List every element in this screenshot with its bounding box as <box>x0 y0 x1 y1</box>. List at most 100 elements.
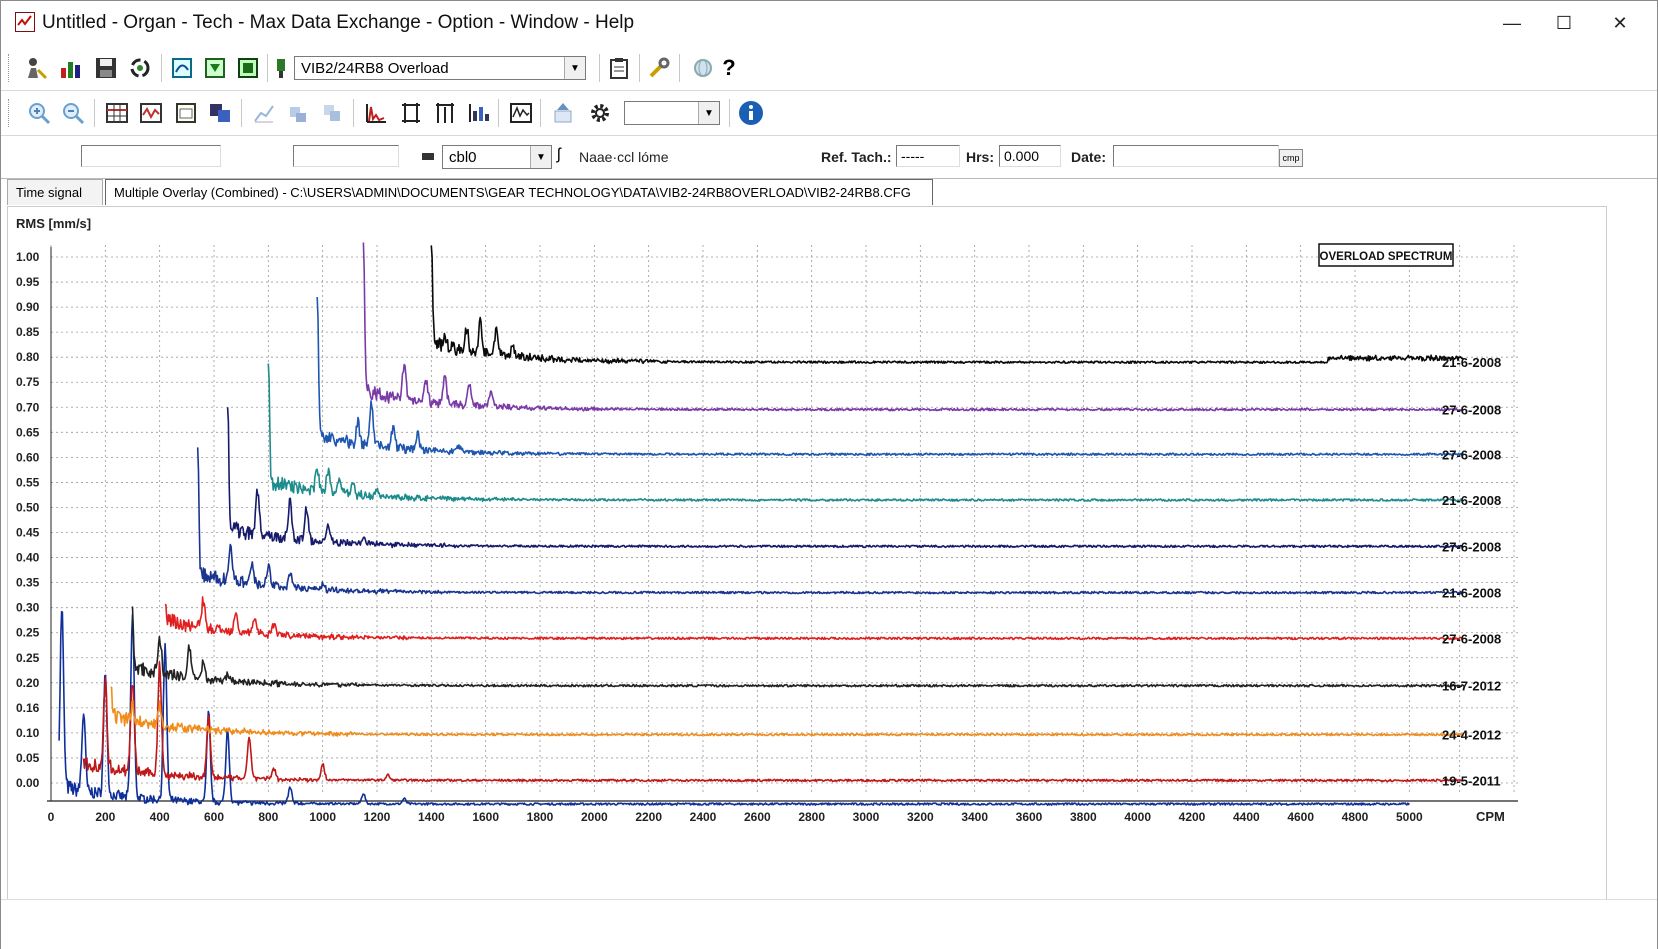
x-tick-label: 0 <box>48 810 55 824</box>
bar-chart-button[interactable] <box>56 53 86 83</box>
x-tick-label: 2800 <box>798 810 825 824</box>
y-tick-label: 0.10 <box>16 726 40 740</box>
grid-table-button[interactable] <box>102 98 132 128</box>
export-icon <box>554 103 572 123</box>
chevron-down-icon[interactable]: ▼ <box>530 146 551 168</box>
report-button[interactable] <box>171 98 201 128</box>
report-icon <box>176 103 196 123</box>
sensor-button[interactable] <box>271 53 291 83</box>
upload-button[interactable] <box>233 53 263 83</box>
y-axis-label: RMS [mm/s] <box>16 216 91 231</box>
unit-select[interactable]: cbl0 ▼ <box>442 145 552 169</box>
series-line <box>362 242 1465 412</box>
x-tick-label: 800 <box>258 810 278 824</box>
maximize-button[interactable]: ☐ <box>1541 7 1587 39</box>
point-field[interactable] <box>293 145 399 167</box>
toolbar-separator <box>729 99 731 127</box>
settings-gear-icon <box>591 104 609 122</box>
series-date-label: 27-6-2008 <box>1442 447 1501 462</box>
multi-window-button[interactable] <box>205 98 235 128</box>
toolbar-separator <box>679 54 681 82</box>
toolbar-separator <box>94 99 96 127</box>
info-button[interactable] <box>736 98 766 128</box>
help-button[interactable]: ? <box>714 53 744 83</box>
save-button[interactable] <box>91 53 121 83</box>
route-button[interactable] <box>167 53 197 83</box>
x-tick-label: 2400 <box>690 810 717 824</box>
grid-table-icon <box>106 103 128 123</box>
harmonic-cursor-icon <box>436 103 454 123</box>
y-tick-label: 0.16 <box>16 701 40 715</box>
toolbar-separator <box>241 99 243 127</box>
series-date-label: 19-5-2011 <box>1442 773 1501 788</box>
toolbar-separator <box>353 99 355 127</box>
export-button[interactable] <box>548 98 578 128</box>
tab-time-signal[interactable]: Time signal <box>7 179 103 205</box>
sensor-select[interactable]: VIB2/24RB8 Overload ▼ <box>294 56 586 80</box>
series-line <box>58 610 1410 806</box>
y-tick-label: 0.65 <box>16 425 40 439</box>
close-button[interactable]: ✕ <box>1597 7 1643 39</box>
trend-button[interactable] <box>249 98 279 128</box>
x-tick-label: 4800 <box>1342 810 1369 824</box>
cursor-icon <box>402 103 420 123</box>
settings-button[interactable] <box>585 98 615 128</box>
y-tick-label: 0.50 <box>16 500 40 514</box>
chevron-down-icon[interactable]: ▼ <box>698 102 719 124</box>
date-label: Date: <box>1071 149 1107 165</box>
y-tick-label: 0.95 <box>16 275 40 289</box>
harmonic-cursor-button[interactable] <box>430 98 460 128</box>
sync-button[interactable] <box>125 53 155 83</box>
download-button[interactable] <box>200 53 230 83</box>
user-probe-icon <box>28 58 48 80</box>
overlay-icon <box>510 103 532 123</box>
measurement-info-bar: cbl0 ▼ ʃ Naae·ccl lóme Ref. Tach.: -----… <box>1 136 1657 179</box>
display-mode-select[interactable]: ▼ <box>624 101 720 125</box>
x-tick-label: 4400 <box>1233 810 1260 824</box>
y-tick-label: 0.90 <box>16 300 40 314</box>
x-tick-label: 5000 <box>1396 810 1423 824</box>
title-bar[interactable]: Untitled - Organ - Tech - Max Data Excha… <box>1 1 1657 45</box>
date-picker-button[interactable]: cmp <box>1279 149 1303 167</box>
machine-field[interactable] <box>81 145 221 167</box>
x-tick-label: 1200 <box>364 810 391 824</box>
minimize-button[interactable]: — <box>1489 7 1535 39</box>
user-probe-button[interactable] <box>21 53 51 83</box>
toolbar-grip[interactable] <box>8 54 12 82</box>
spectrum-plot-area[interactable]: 1.00 0.95 0.90 0.85 0.80 0.75 0.70 0.65 0.60 0.55… <box>7 206 1607 900</box>
clipboard-button[interactable] <box>604 53 634 83</box>
date-field[interactable] <box>1113 145 1279 167</box>
ref-tach-field[interactable]: ----- <box>896 145 960 167</box>
series-line <box>226 407 1465 549</box>
overlay-spectrum-chart[interactable]: 1.00 0.95 0.90 0.85 0.80 0.75 0.70 0.65 0.60 0.55… <box>8 207 1606 899</box>
chevron-down-icon[interactable]: ▼ <box>564 57 585 79</box>
tab-multiple-overlay[interactable]: Multiple Overlay (Combined) - C:\USERS\A… <box>105 179 933 205</box>
window-title: Untitled - Organ - Tech - Max Data Excha… <box>42 12 635 33</box>
zoom-out-button[interactable] <box>58 98 88 128</box>
clipboard-icon <box>610 58 628 79</box>
zoom-in-button[interactable] <box>24 98 54 128</box>
chart-toolbar: ▼ <box>1 91 1657 136</box>
series-date-label: 21-6-2008 <box>1442 355 1501 370</box>
toolbar-grip[interactable] <box>8 99 12 127</box>
overlay-spectrum-label: OVERLOAD SPECTRUM <box>1320 251 1453 263</box>
series-date-label: 21-6-2008 <box>1442 586 1501 601</box>
y-tick-label: 0.35 <box>16 576 40 590</box>
x-tick-label: 2000 <box>581 810 608 824</box>
cursor-button[interactable] <box>396 98 426 128</box>
trend-stack-button[interactable] <box>283 98 313 128</box>
toolbar-separator <box>267 54 269 82</box>
spectrum-button[interactable] <box>361 98 391 128</box>
overlay-button[interactable] <box>506 98 536 128</box>
band-button[interactable] <box>464 98 494 128</box>
y-tick-label: 0.60 <box>16 450 40 464</box>
toolbar-separator <box>498 99 500 127</box>
sensor-icon <box>277 59 285 78</box>
hrs-label: Hrs: <box>966 149 995 165</box>
info-icon <box>739 101 763 125</box>
wrench-button[interactable] <box>644 53 674 83</box>
copy-button[interactable] <box>317 98 347 128</box>
series-line <box>131 606 1465 688</box>
hrs-field[interactable]: 0.000 <box>999 145 1061 167</box>
waveform-button[interactable] <box>136 98 166 128</box>
